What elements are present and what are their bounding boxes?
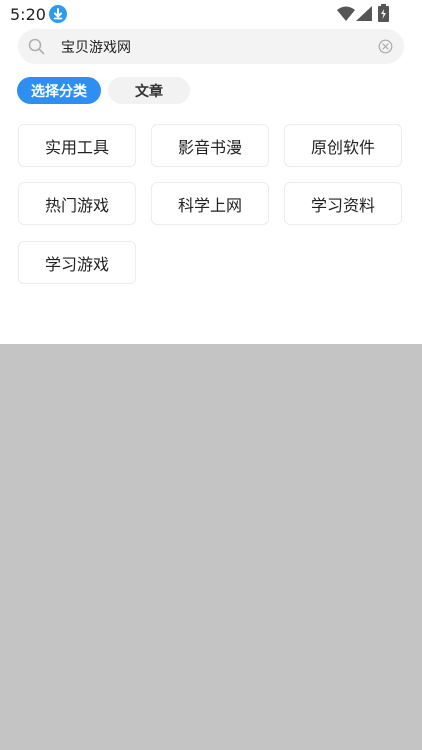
dim-overlay[interactable] — [0, 344, 422, 750]
search-input[interactable] — [61, 29, 371, 64]
category-hot-games[interactable]: 热门游戏 — [18, 182, 136, 225]
tab-select-category[interactable]: 选择分类 — [17, 77, 101, 104]
clear-icon[interactable] — [378, 39, 393, 58]
signal-icon — [356, 6, 372, 25]
search-bar[interactable] — [18, 29, 404, 64]
category-original-software[interactable]: 原创软件 — [284, 124, 402, 167]
category-panel: 5:20 宝贝游戏网 选择分类 文章 实用工具 影音书漫 原创软件 热门游戏 科… — [0, 0, 422, 344]
category-study-materials[interactable]: 学习资料 — [284, 182, 402, 225]
status-time: 5:20 — [10, 5, 46, 24]
status-bar: 5:20 — [0, 0, 422, 28]
battery-charging-icon — [378, 4, 389, 26]
category-media-books-comics[interactable]: 影音书漫 — [151, 124, 269, 167]
search-icon — [28, 38, 45, 59]
tab-articles[interactable]: 文章 — [108, 77, 190, 104]
wifi-icon — [337, 6, 355, 25]
category-tools[interactable]: 实用工具 — [18, 124, 136, 167]
download-icon — [49, 5, 67, 23]
category-learning-games[interactable]: 学习游戏 — [18, 241, 136, 284]
category-internet-access[interactable]: 科学上网 — [151, 182, 269, 225]
